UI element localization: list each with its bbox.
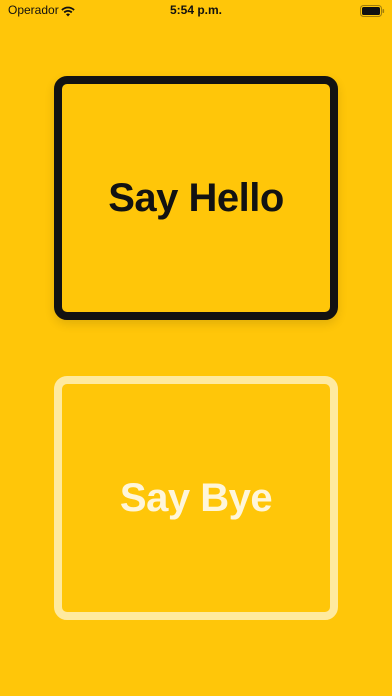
say-bye-button[interactable]: Say Bye bbox=[54, 376, 338, 620]
say-hello-button[interactable]: Say Hello bbox=[54, 76, 338, 320]
say-bye-label: Say Bye bbox=[119, 475, 273, 520]
say-hello-label: Say Hello bbox=[108, 175, 284, 220]
battery-icon bbox=[360, 4, 385, 17]
status-time: 5:54 p.m. bbox=[169, 3, 223, 17]
status-bar: Operador 5:54 p.m. bbox=[0, 0, 392, 22]
